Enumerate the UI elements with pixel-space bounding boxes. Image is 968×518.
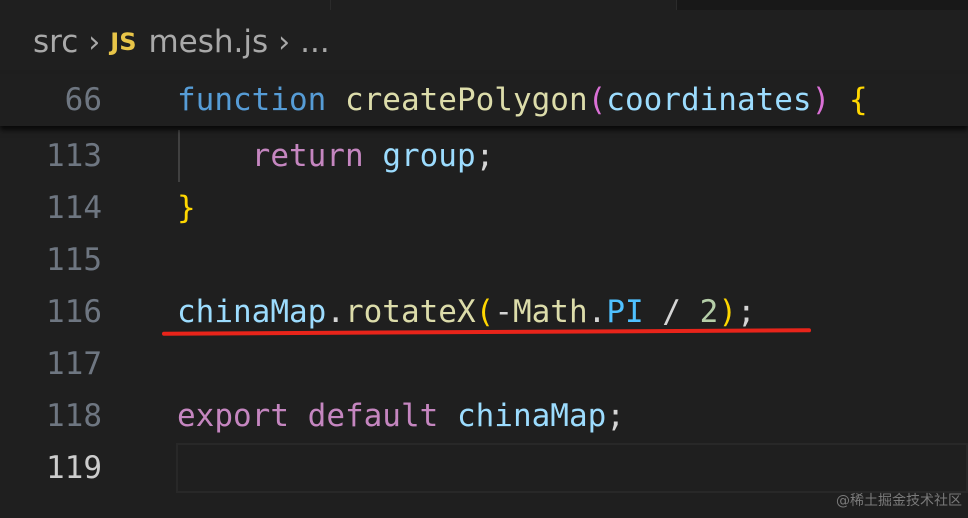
line-number: 116: [46, 294, 102, 330]
operator-token: -: [494, 294, 513, 330]
brace-token: }: [177, 190, 196, 226]
keyword-token: export: [177, 398, 289, 434]
breadcrumb-more[interactable]: ...: [300, 24, 330, 60]
current-line-highlight: [176, 443, 968, 493]
variable-token: chinaMap: [456, 398, 607, 434]
method-token: rotateX: [344, 294, 476, 330]
code-line-118[interactable]: 118 export default chinaMap;: [0, 390, 968, 442]
semicolon-token: ;: [606, 398, 625, 434]
keyword-token: function: [177, 82, 327, 118]
constant-token: PI: [606, 294, 644, 330]
line-number: 114: [46, 190, 102, 226]
keyword-token: default: [307, 398, 439, 434]
paren-token: (: [587, 82, 607, 118]
function-name-token: createPolygon: [344, 82, 588, 118]
line-number: 113: [46, 138, 102, 174]
code-line-117[interactable]: 117: [0, 338, 968, 390]
code-line[interactable]: export default chinaMap;: [177, 390, 625, 442]
chevron-right-icon: ›: [278, 24, 291, 60]
breadcrumb-file[interactable]: mesh.js: [148, 24, 268, 60]
keyword-token: return: [251, 138, 364, 174]
parameter-token: coordinates: [606, 82, 812, 118]
code-line-113[interactable]: 113 return group;: [0, 130, 968, 182]
breadcrumb-folder[interactable]: src: [33, 24, 78, 60]
line-number: 115: [46, 242, 102, 278]
number-token: 2: [699, 294, 719, 330]
semicolon-token: ;: [736, 294, 756, 330]
watermark: @稀土掘金技术社区: [836, 493, 962, 509]
paren-token: (: [475, 294, 495, 330]
dot-token: .: [326, 294, 345, 330]
code-line-114[interactable]: 114 }: [0, 182, 968, 234]
code-line-115[interactable]: 115: [0, 234, 968, 286]
code-editor[interactable]: 113 return group; 114 } 115 116 chinaMap…: [0, 126, 968, 518]
line-number-active: 119: [46, 450, 102, 486]
paren-token: ): [718, 294, 737, 330]
operator-token: /: [643, 294, 700, 330]
variable-token: group: [382, 138, 476, 174]
editor-tab-strip: [0, 0, 968, 10]
code-line[interactable]: function createPolygon(coordinates) {: [177, 74, 868, 126]
line-number: 118: [46, 398, 102, 434]
breadcrumb: src › JS mesh.js › ...: [0, 10, 968, 74]
variable-token: chinaMap: [177, 294, 327, 330]
tab[interactable]: [331, 0, 677, 10]
tab[interactable]: [0, 0, 331, 10]
code-line[interactable]: }: [177, 182, 196, 234]
indentation: [177, 138, 252, 174]
semicolon-token: ;: [475, 138, 495, 174]
code-line-119[interactable]: 119: [0, 442, 968, 494]
line-number: 117: [46, 346, 102, 382]
line-number: 66: [64, 82, 102, 118]
paren-token: ): [811, 82, 831, 118]
javascript-file-icon: JS: [110, 28, 137, 56]
chevron-right-icon: ›: [88, 24, 101, 60]
dot-token: .: [587, 294, 607, 330]
code-line[interactable]: return group;: [177, 130, 495, 182]
class-token: Math: [512, 294, 588, 330]
brace-token: {: [848, 82, 868, 118]
sticky-scroll-header[interactable]: 66 function createPolygon(coordinates) {: [0, 74, 968, 126]
